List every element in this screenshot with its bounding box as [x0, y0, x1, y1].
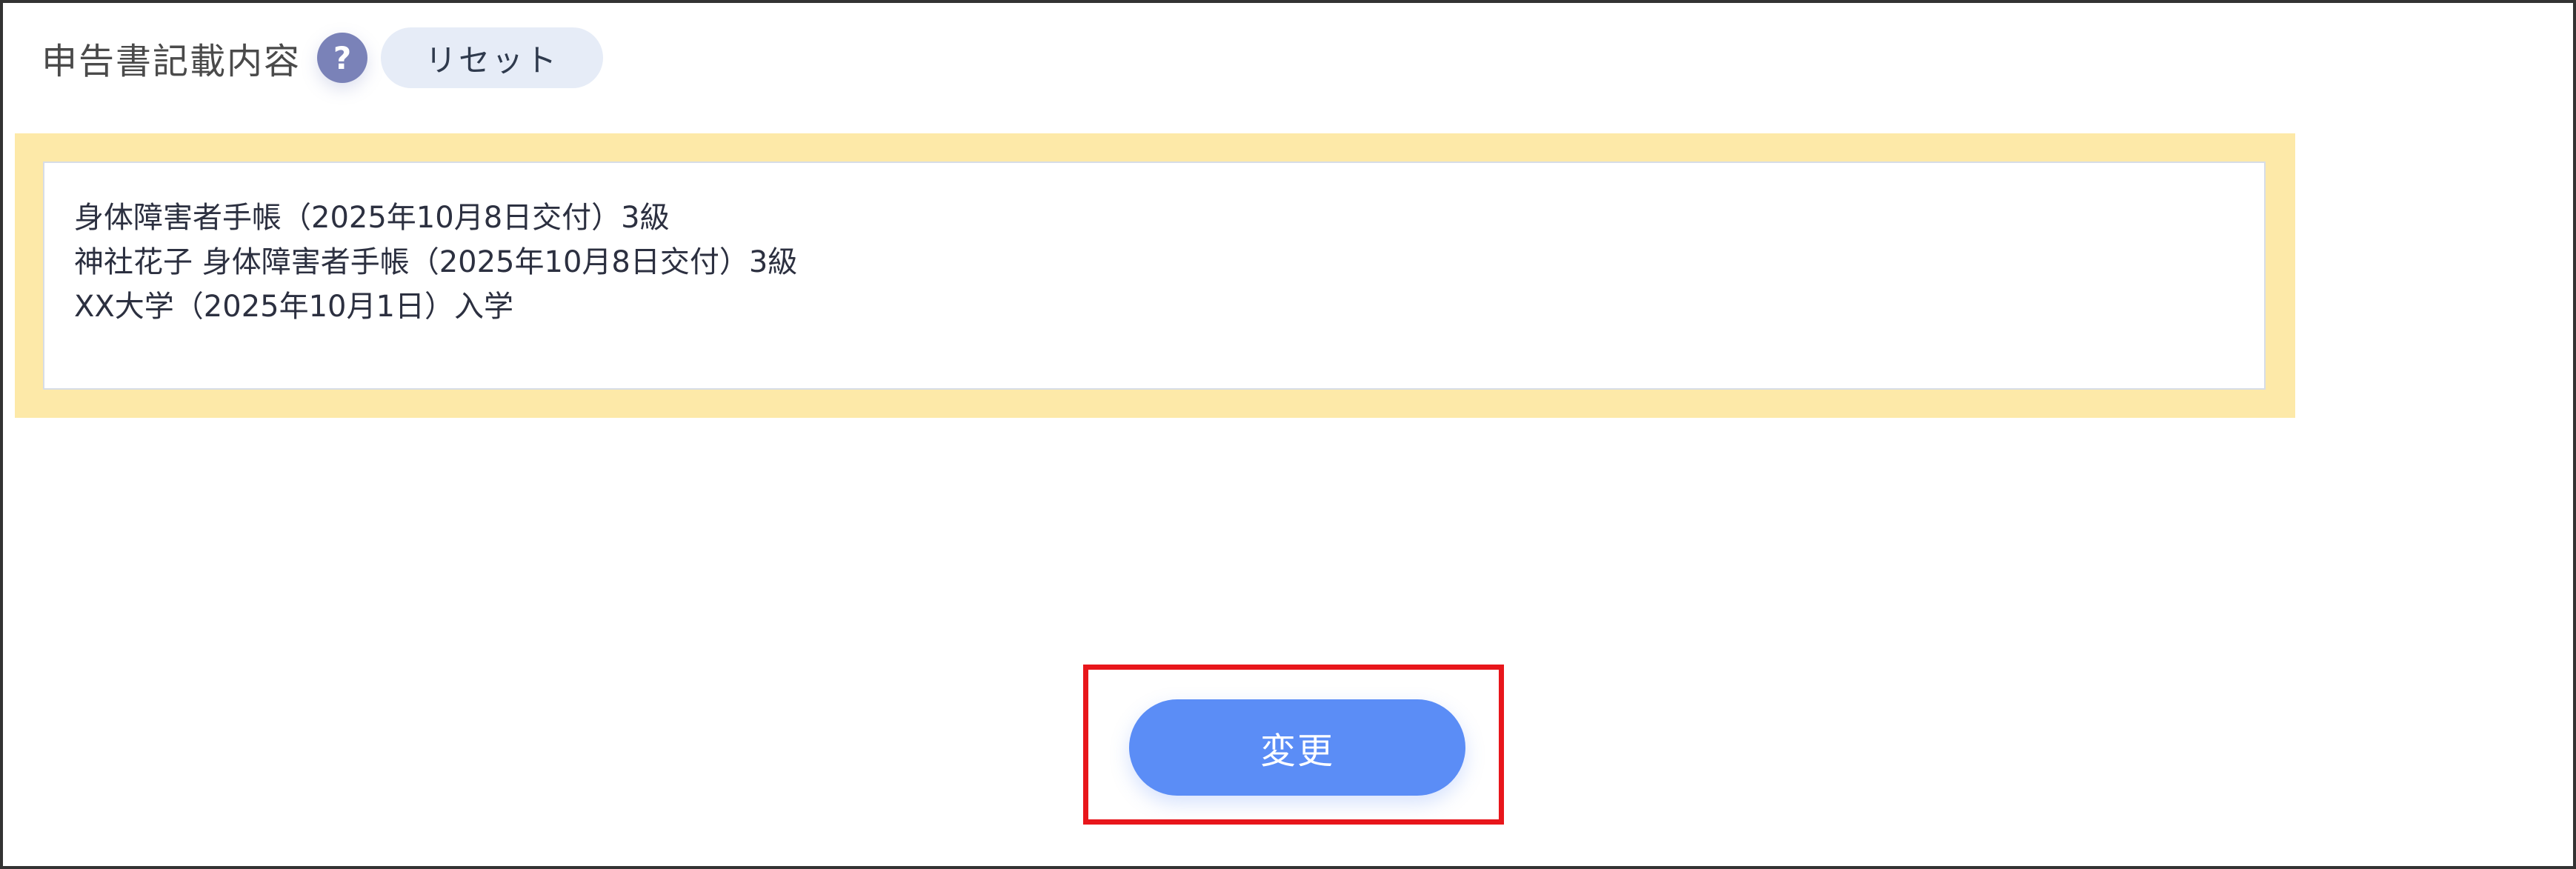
declaration-line: 神社花子 身体障害者手帳（2025年10月8日交付）3級 — [74, 245, 798, 279]
page-frame: 申告書記載内容 ? リセット 身体障害者手帳（2025年10月8日交付）3級 神… — [0, 0, 2576, 869]
reset-button[interactable]: リセット — [381, 27, 604, 88]
section-header: 申告書記載内容 ? リセット — [41, 27, 604, 89]
declaration-line: XX大学（2025年10月1日）入学 — [74, 290, 513, 324]
declaration-content: 身体障害者手帳（2025年10月8日交付）3級 神社花子 身体障害者手帳（202… — [43, 162, 2266, 390]
help-icon[interactable]: ? — [317, 33, 368, 83]
change-button[interactable]: 変更 — [1129, 699, 1465, 796]
section-title: 申告書記載内容 — [41, 41, 302, 82]
declaration-line: 身体障害者手帳（2025年10月8日交付）3級 — [74, 201, 670, 235]
